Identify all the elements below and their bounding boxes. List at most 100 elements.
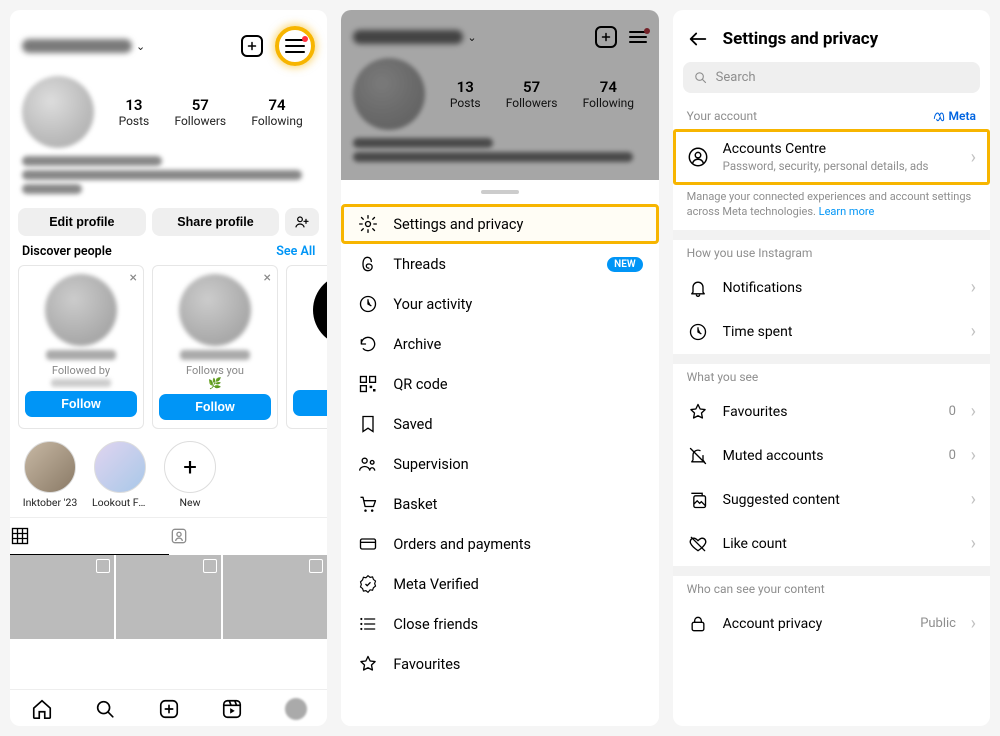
home-icon (31, 698, 53, 720)
search-tab[interactable] (94, 698, 116, 720)
username-dropdown[interactable]: ⌄ (22, 39, 145, 53)
bio-text-blurred (10, 154, 327, 204)
followers-stat[interactable]: 57 Followers (174, 96, 226, 128)
suggested-user-card: × Follows you🌿 Follow (152, 265, 278, 429)
follow-button[interactable]: Follow (25, 391, 137, 417)
suggested-user-card: Fa Fát Follow Fo (286, 265, 327, 429)
profile-tab[interactable] (285, 698, 307, 720)
profile-avatar[interactable] (22, 76, 94, 148)
tagged-tab[interactable] (169, 518, 328, 555)
menu-close-friends[interactable]: Close friends (341, 604, 658, 644)
edit-profile-button[interactable]: Edit profile (18, 208, 146, 236)
heart-off-icon (687, 534, 709, 554)
grid-tab[interactable] (10, 518, 169, 555)
suggested-content-row[interactable]: Suggested content › (673, 478, 990, 522)
see-all-link[interactable]: See All (276, 244, 315, 259)
menu-threads[interactable]: Threads NEW (341, 244, 658, 284)
close-icon[interactable]: × (130, 270, 137, 286)
muted-count: 0 (949, 448, 956, 463)
supervision-icon (357, 454, 379, 474)
create-post-button[interactable] (241, 35, 263, 57)
chevron-right-icon: › (971, 489, 976, 510)
reels-icon (221, 698, 243, 720)
posts-count: 13 (119, 96, 150, 114)
photo-stack-icon (687, 490, 709, 510)
modal-backdrop[interactable] (341, 10, 658, 180)
highlight-story[interactable]: Inktober '23 (22, 441, 78, 509)
menu-basket[interactable]: Basket (341, 484, 658, 524)
following-label: Following (251, 114, 302, 128)
follow-button[interactable]: Fo (293, 390, 327, 416)
suggested-avatar[interactable] (179, 274, 251, 346)
accounts-centre-title: Accounts Centre (723, 141, 929, 157)
menu-label: Archive (393, 336, 441, 353)
menu-meta-verified[interactable]: Meta Verified (341, 564, 658, 604)
section-how-you-use: How you use Instagram (687, 246, 813, 260)
favourites-count: 0 (949, 404, 956, 419)
bell-off-icon (687, 446, 709, 466)
menu-qr-code[interactable]: QR code (341, 364, 658, 404)
chevron-right-icon: › (971, 401, 976, 422)
profile-screen: ⌄ 13 Posts 57 Followers (10, 10, 327, 726)
menu-supervision[interactable]: Supervision (341, 444, 658, 484)
chevron-right-icon: › (971, 147, 976, 168)
favourites-row[interactable]: Favourites 0 › (673, 390, 990, 434)
accounts-centre-row[interactable]: Accounts Centre Password, security, pers… (673, 129, 990, 185)
chevron-right-icon: › (971, 445, 976, 466)
back-button[interactable] (687, 28, 709, 50)
menu-orders-payments[interactable]: Orders and payments (341, 524, 658, 564)
like-count-row[interactable]: Like count › (673, 522, 990, 566)
muted-accounts-row[interactable]: Muted accounts 0 › (673, 434, 990, 478)
close-icon[interactable]: × (264, 270, 271, 286)
time-spent-row[interactable]: Time spent › (673, 310, 990, 354)
meta-brand: Meta (932, 109, 976, 123)
menu-label: QR code (393, 376, 447, 393)
menu-settings-privacy[interactable]: Settings and privacy (341, 204, 658, 244)
sheet-handle[interactable] (481, 190, 519, 194)
notifications-row[interactable]: Notifications › (673, 266, 990, 310)
tagged-icon (169, 526, 189, 546)
share-profile-button[interactable]: Share profile (152, 208, 280, 236)
menu-label: Basket (393, 496, 437, 513)
home-tab[interactable] (31, 698, 53, 720)
create-tab[interactable] (158, 698, 180, 720)
new-badge: NEW (607, 257, 643, 272)
menu-sheet-screen: ⌄ 13Posts 57Followers 74Following (341, 10, 658, 726)
menu-saved[interactable]: Saved (341, 404, 658, 444)
archive-icon (357, 334, 379, 354)
accounts-centre-note: Manage your connected experiences and ac… (673, 185, 990, 230)
list-icon (357, 614, 379, 634)
posts-stat[interactable]: 13 Posts (119, 96, 150, 128)
highlight-story[interactable]: Lookout Fair '... (92, 441, 148, 509)
new-highlight-button[interactable]: + New (162, 441, 218, 509)
activity-icon (357, 294, 379, 314)
following-stat[interactable]: 74 Following (251, 96, 302, 128)
post-thumbnail[interactable] (116, 555, 220, 639)
chevron-right-icon: › (971, 277, 976, 298)
suggested-avatar[interactable] (45, 274, 117, 346)
post-thumbnail[interactable] (223, 555, 327, 639)
menu-archive[interactable]: Archive (341, 324, 658, 364)
bookmark-icon (357, 414, 379, 434)
discover-people-label: Discover people (22, 244, 112, 259)
menu-your-activity[interactable]: Your activity (341, 284, 658, 324)
card-icon (357, 534, 379, 554)
following-count: 74 (251, 96, 302, 114)
followers-count: 57 (174, 96, 226, 114)
threads-icon (357, 254, 379, 274)
posts-label: Posts (119, 114, 150, 128)
chevron-down-icon: ⌄ (136, 40, 145, 53)
account-privacy-row[interactable]: Account privacy Public › (673, 602, 990, 646)
follow-button[interactable]: Follow (159, 394, 271, 420)
settings-search-input[interactable]: Search (683, 62, 980, 93)
post-thumbnail[interactable] (10, 555, 114, 639)
highlight-label: Lookout Fair '... (92, 496, 148, 509)
learn-more-link[interactable]: Learn more (819, 205, 875, 218)
menu-label: Orders and payments (393, 536, 531, 553)
bell-icon (687, 278, 709, 298)
followers-label: Followers (174, 114, 226, 128)
discover-people-toggle[interactable] (285, 208, 319, 236)
suggested-avatar[interactable]: Fa (313, 274, 327, 346)
menu-favourites[interactable]: Favourites (341, 644, 658, 684)
reels-tab[interactable] (221, 698, 243, 720)
